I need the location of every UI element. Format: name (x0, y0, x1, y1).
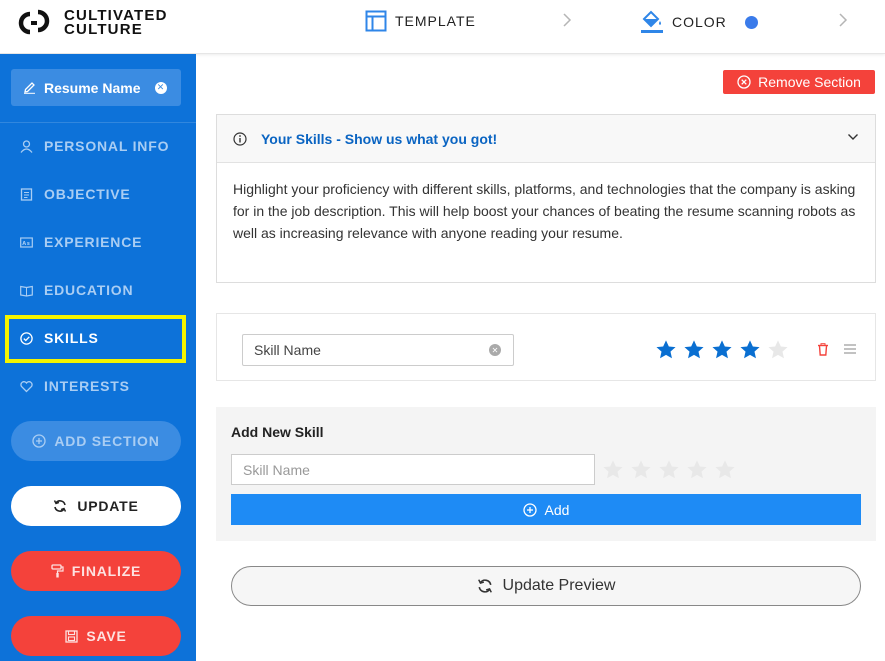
paint-bucket-icon (641, 10, 663, 33)
book-icon (20, 285, 33, 297)
new-skill-rating[interactable] (602, 459, 736, 481)
info-icon (233, 131, 247, 146)
sidebar-item-personal-info[interactable]: PERSONAL INFO (0, 122, 196, 170)
person-icon (20, 139, 33, 153)
chevron-right-icon (563, 13, 572, 27)
chevron-down-icon[interactable] (847, 131, 859, 143)
template-icon (365, 10, 387, 32)
sidebar-item-experience[interactable]: As EXPERIENCE (0, 218, 196, 266)
update-button[interactable]: UPDATE (11, 486, 181, 526)
pencil-icon (24, 82, 35, 94)
highlight-box (5, 315, 186, 363)
step-color[interactable]: COLOR (640, 10, 758, 34)
star-icon[interactable] (767, 339, 789, 361)
sidebar-item-education[interactable]: EDUCATION (0, 266, 196, 314)
sidebar-item-label: EXPERIENCE (44, 234, 143, 250)
star-icon[interactable] (683, 339, 705, 361)
update-preview-button[interactable]: Update Preview (231, 566, 861, 606)
step-template-label: TEMPLATE (395, 13, 476, 29)
refresh-icon (54, 500, 67, 512)
skill-name-input[interactable]: Skill Name ✕ (242, 334, 514, 366)
clear-icon[interactable]: ✕ (489, 344, 501, 356)
star-icon[interactable] (655, 339, 677, 361)
update-label: UPDATE (77, 498, 139, 514)
finalize-label: FINALIZE (71, 563, 142, 579)
refresh-icon (477, 579, 492, 593)
add-new-skill-panel: Add New Skill Skill Name Add (216, 407, 876, 541)
add-skill-label: Add (544, 501, 570, 518)
add-new-skill-title: Add New Skill (231, 424, 324, 440)
skill-rating[interactable] (655, 339, 789, 361)
star-icon[interactable] (658, 459, 680, 481)
top-bar: CULTIVATED CULTURE TEMPLATE COLOR (0, 0, 885, 54)
remove-section-label: Remove Section (758, 74, 861, 90)
plus-circle-icon (32, 434, 47, 448)
star-icon[interactable] (602, 459, 624, 481)
document-icon (20, 187, 33, 201)
step-template[interactable]: TEMPLATE (365, 10, 476, 32)
sidebar-item-objective[interactable]: OBJECTIVE (0, 170, 196, 218)
plus-circle-icon (522, 502, 537, 517)
finalize-button[interactable]: FINALIZE (11, 551, 181, 591)
update-preview-label: Update Preview (502, 577, 616, 594)
star-icon[interactable] (686, 459, 708, 481)
remove-section-button[interactable]: Remove Section (723, 70, 875, 94)
skill-item: Skill Name ✕ (216, 313, 876, 381)
sidebar-item-label: EDUCATION (44, 282, 134, 298)
heart-icon (20, 380, 33, 392)
resume-name-field[interactable]: Resume Name ✕ (11, 69, 181, 106)
star-icon[interactable] (711, 339, 733, 361)
skills-info-text: Highlight your proficiency with differen… (233, 181, 856, 241)
star-icon[interactable] (739, 339, 761, 361)
sidebar-item-label: INTERESTS (44, 378, 130, 394)
color-swatch[interactable] (744, 15, 758, 29)
star-icon[interactable] (714, 459, 736, 481)
resume-name-text: Resume Name (44, 79, 141, 96)
sidebar-item-label: PERSONAL INFO (44, 138, 170, 154)
brand-line-2: CULTURE (64, 21, 143, 38)
brand-name: CULTIVATED CULTURE (64, 8, 168, 38)
sidebar-item-label: OBJECTIVE (44, 186, 131, 202)
star-icon[interactable] (630, 459, 652, 481)
trash-icon[interactable] (817, 343, 829, 356)
new-skill-placeholder: Skill Name (243, 461, 310, 478)
close-circle-icon (737, 75, 751, 89)
skills-info-title: Your Skills - Show us what you got! (261, 130, 498, 147)
add-section-button[interactable]: ADD SECTION (11, 421, 181, 461)
drag-handle-icon[interactable] (844, 344, 856, 354)
skills-info-header[interactable]: Your Skills - Show us what you got! (217, 115, 875, 163)
save-label: SAVE (86, 628, 127, 644)
logo-icon (18, 9, 50, 35)
save-button[interactable]: SAVE (11, 616, 181, 656)
new-skill-name-input[interactable]: Skill Name (231, 454, 595, 485)
save-icon (65, 629, 78, 643)
id-card-icon: As (20, 236, 33, 248)
svg-text:As: As (22, 240, 30, 246)
add-section-label: ADD SECTION (54, 433, 160, 449)
clear-icon[interactable]: ✕ (154, 81, 167, 94)
chevron-right-icon (839, 13, 848, 27)
brand-logo[interactable]: CULTIVATED CULTURE (16, 8, 168, 38)
step-color-label: COLOR (672, 14, 727, 30)
skill-name-value: Skill Name (254, 342, 321, 358)
sidebar-item-interests[interactable]: INTERESTS (0, 362, 196, 410)
skills-info-panel: Your Skills - Show us what you got! High… (216, 114, 876, 283)
add-skill-button[interactable]: Add (231, 494, 861, 525)
paint-roller-icon (51, 564, 64, 578)
